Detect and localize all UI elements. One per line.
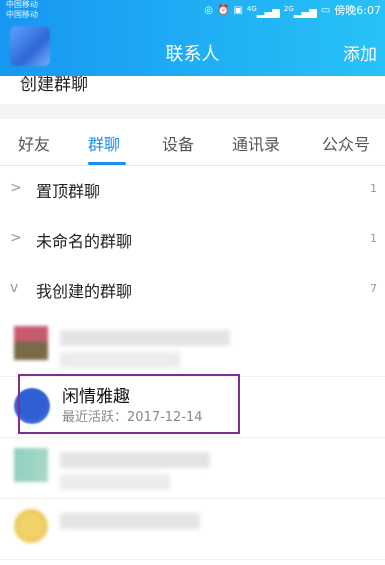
- tab-contacts[interactable]: 通讯录: [232, 131, 280, 155]
- app-header: 中国移动 中国移动 ◎ ⏰ ▣ 4G▂▄▆ 2G▂▄▆ ▭ 傍晚6:07 联系人…: [0, 0, 385, 76]
- chevron-right-icon: >: [20, 76, 34, 91]
- clock-text: 傍晚6:07: [334, 4, 381, 18]
- group-category-pinned[interactable]: > 置顶群聊 1: [0, 166, 385, 216]
- group-category-created[interactable]: v 我创建的群聊 7: [0, 266, 385, 316]
- group-count: 7: [370, 282, 377, 295]
- blurred-subtitle: [60, 474, 170, 490]
- alarm-icon: ⏰: [217, 5, 230, 17]
- tab-devices[interactable]: 设备: [162, 131, 194, 155]
- tab-bar: 好友 群聊 设备 通讯录 公众号: [0, 119, 385, 166]
- group-avatar: [14, 326, 48, 360]
- blurred-name: [60, 513, 200, 529]
- battery-icon: ▭: [320, 5, 331, 17]
- add-button[interactable]: 添加: [343, 40, 377, 65]
- tab-official-accounts[interactable]: 公众号: [322, 131, 370, 155]
- chevron-right-icon: >: [10, 230, 22, 246]
- blurred-name: [60, 452, 210, 468]
- group-avatar: [14, 448, 48, 482]
- create-group-row[interactable]: 创建群聊 >: [0, 76, 385, 105]
- list-item[interactable]: [0, 316, 385, 377]
- group-category-label: 置顶群聊: [36, 182, 101, 201]
- group-category-label: 我创建的群聊: [36, 282, 133, 301]
- chevron-down-icon: v: [10, 280, 19, 296]
- hd-icon: ▣: [233, 5, 243, 17]
- signal-4g-icon: 4G▂▄▆: [246, 5, 280, 19]
- group-count: 1: [370, 232, 377, 245]
- list-item-highlighted[interactable]: 闲情雅趣 最近活跃：2017-12-14: [0, 372, 385, 438]
- list-item[interactable]: [0, 499, 385, 560]
- carrier-label: 中国移动: [6, 0, 38, 9]
- list-item[interactable]: [0, 438, 385, 499]
- group-category-label: 未命名的群聊: [36, 232, 133, 251]
- blurred-subtitle: [60, 352, 180, 368]
- group-avatar: [14, 509, 48, 543]
- chevron-right-icon: >: [10, 180, 22, 196]
- group-category-unnamed[interactable]: > 未命名的群聊 1: [0, 216, 385, 266]
- blurred-name: [60, 330, 230, 346]
- group-count: 1: [370, 182, 377, 195]
- nfc-icon: ◎: [204, 5, 213, 17]
- tab-friends[interactable]: 好友: [18, 131, 50, 155]
- carrier-info: 中国移动 中国移动: [6, 0, 38, 20]
- page-title: 联系人: [165, 44, 220, 65]
- tab-groups[interactable]: 群聊: [88, 131, 120, 155]
- status-icons: ◎ ⏰ ▣ 4G▂▄▆ 2G▂▄▆ ▭ 傍晚6:07: [204, 3, 381, 19]
- section-divider: [0, 105, 385, 119]
- carrier-label-2: 中国移动: [6, 10, 38, 19]
- highlight-annotation-box: [18, 374, 240, 434]
- signal-2g-icon: 2G▂▄▆: [283, 5, 317, 19]
- tab-active-indicator: [88, 162, 126, 165]
